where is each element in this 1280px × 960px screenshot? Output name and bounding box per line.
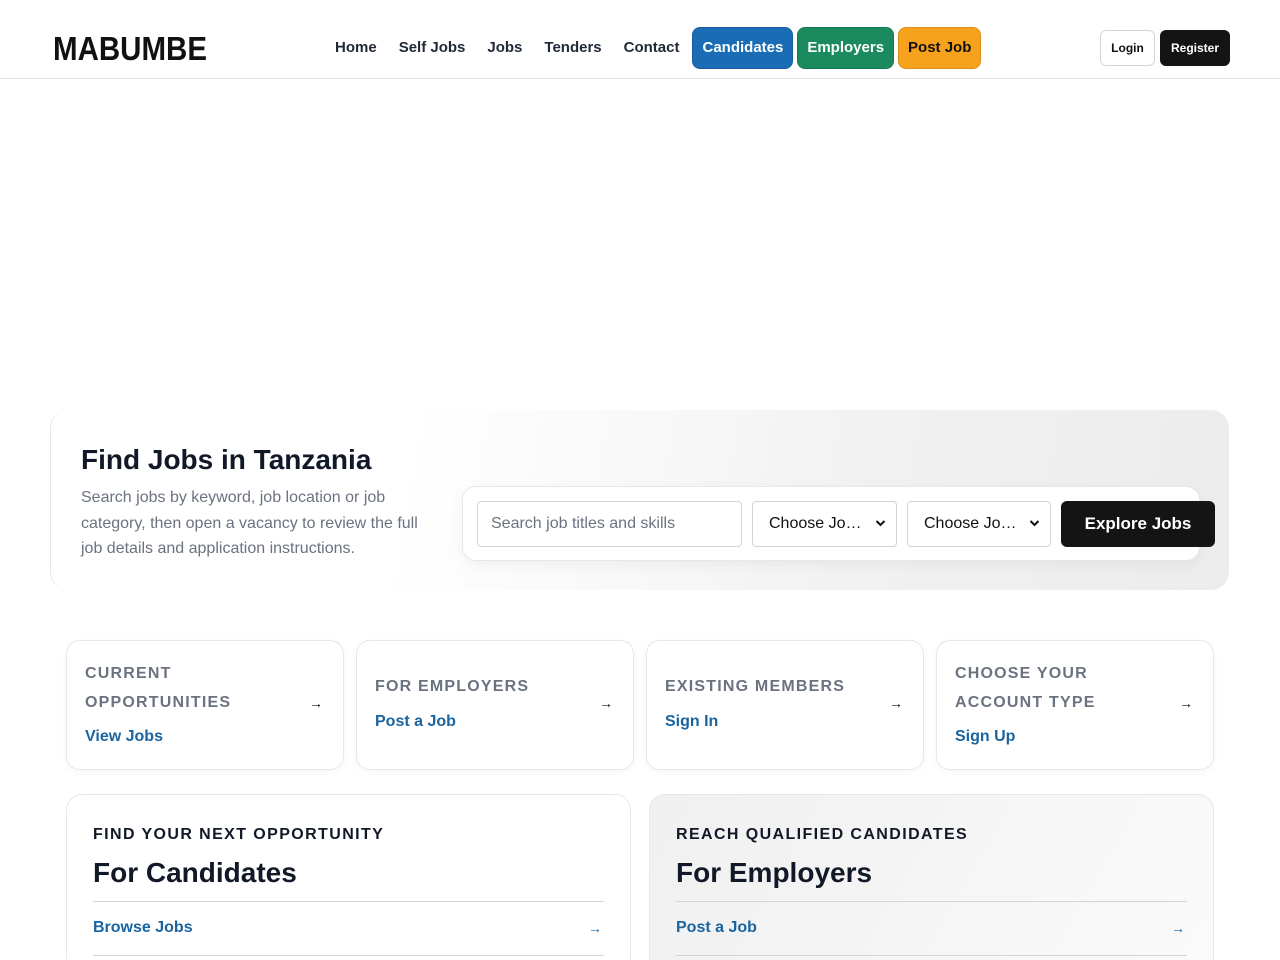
quick-card-sign-up[interactable]: Choose Your Account Type Sign Up → bbox=[936, 640, 1214, 770]
hero-title: Find Jobs in Tanzania bbox=[81, 444, 372, 475]
arrow-right-icon: → bbox=[889, 695, 903, 711]
nav-home[interactable]: Home bbox=[324, 27, 388, 69]
chevron-down-icon bbox=[1029, 502, 1040, 546]
quick-card-view-jobs[interactable]: Current Opportunities View Jobs → bbox=[66, 640, 344, 770]
divider bbox=[93, 955, 604, 956]
post-job-button[interactable]: Post Job bbox=[898, 27, 982, 69]
divider bbox=[676, 955, 1187, 956]
nav-jobs[interactable]: Jobs bbox=[476, 27, 533, 69]
arrow-right-icon: → bbox=[309, 695, 323, 711]
employers-button[interactable]: Employers bbox=[797, 27, 895, 69]
search-form: Choose Job Location Choose Job Category … bbox=[462, 486, 1215, 561]
panel-title: For Candidates bbox=[93, 857, 297, 888]
quick-card-sign-in[interactable]: Existing Members Sign In → bbox=[646, 640, 924, 770]
employers-panel: REACH QUALIFIED CANDIDATES For Employers… bbox=[649, 794, 1214, 960]
job-location-select[interactable]: Choose Job Location bbox=[752, 501, 897, 547]
sign-in-link[interactable]: Sign In bbox=[665, 713, 718, 731]
candidates-button[interactable]: Candidates bbox=[692, 27, 794, 69]
site-logo[interactable]: MABUMBE bbox=[53, 30, 209, 64]
browse-jobs-link[interactable]: Browse Jobs bbox=[93, 919, 193, 937]
divider bbox=[93, 901, 604, 902]
arrow-right-icon: → bbox=[1179, 695, 1193, 711]
explore-jobs-button[interactable]: Explore Jobs bbox=[1061, 501, 1215, 547]
arrow-right-icon: → bbox=[1171, 920, 1185, 936]
chevron-down-icon bbox=[875, 502, 886, 546]
auth-buttons: Login Register bbox=[1100, 30, 1230, 66]
candidates-panel: FIND YOUR NEXT OPPORTUNITY For Candidate… bbox=[66, 794, 631, 960]
quick-card-post-job[interactable]: For Employers Post a Job → bbox=[356, 640, 634, 770]
arrow-right-icon: → bbox=[599, 695, 613, 711]
quick-card-eyebrow: Current Opportunities bbox=[85, 665, 232, 711]
job-category-select[interactable]: Choose Job Category bbox=[907, 501, 1051, 547]
quick-card-eyebrow: Choose Your Account Type bbox=[955, 665, 1096, 711]
post-a-job-panel-link[interactable]: Post a Job bbox=[676, 919, 757, 937]
login-button[interactable]: Login bbox=[1100, 30, 1155, 66]
post-a-job-link[interactable]: Post a Job bbox=[375, 713, 456, 731]
nav-tenders[interactable]: Tenders bbox=[533, 27, 612, 69]
job-search-hero: Find Jobs in Tanzania Search jobs by key… bbox=[50, 410, 1229, 590]
nav-self-jobs[interactable]: Self Jobs bbox=[388, 27, 477, 69]
site-header: MABUMBE Home Self Jobs Jobs Tenders Cont… bbox=[0, 0, 1280, 79]
logo-text: MABUMBE bbox=[53, 30, 207, 64]
panel-title: For Employers bbox=[676, 857, 873, 888]
quick-card-eyebrow: Existing Members bbox=[665, 678, 846, 695]
arrow-right-icon: → bbox=[588, 920, 602, 936]
main-nav: Home Self Jobs Jobs Tenders Contact Cand… bbox=[324, 27, 982, 69]
panel-eyebrow: FIND YOUR NEXT OPPORTUNITY bbox=[93, 826, 385, 843]
job-search-input[interactable] bbox=[477, 501, 742, 547]
sign-up-link[interactable]: Sign Up bbox=[955, 728, 1015, 746]
view-jobs-link[interactable]: View Jobs bbox=[85, 728, 163, 746]
quick-card-eyebrow: For Employers bbox=[375, 678, 530, 695]
hero-description: Search jobs by keyword, job location or … bbox=[81, 489, 418, 557]
divider bbox=[676, 901, 1187, 902]
panel-eyebrow: REACH QUALIFIED CANDIDATES bbox=[676, 826, 969, 843]
register-button[interactable]: Register bbox=[1160, 30, 1230, 66]
nav-contact[interactable]: Contact bbox=[613, 27, 691, 69]
